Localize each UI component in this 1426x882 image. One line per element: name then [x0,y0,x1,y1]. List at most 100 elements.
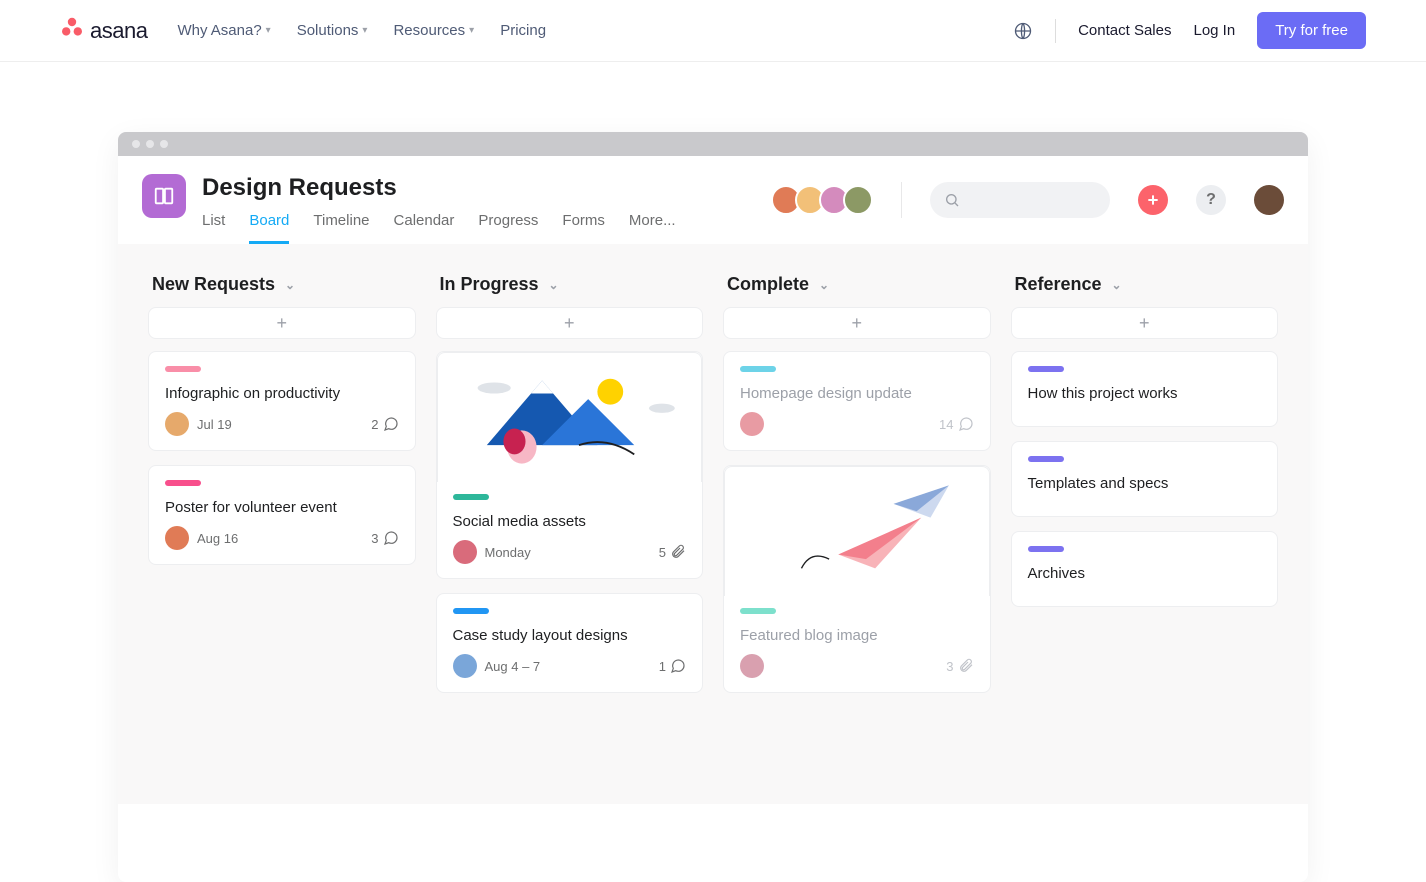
add-card-button[interactable]: + [148,307,416,339]
chevron-down-icon: ▾ [266,25,271,36]
count: 5 [659,545,666,560]
tab-board[interactable]: Board [249,212,289,244]
help-button[interactable]: ? [1196,185,1226,215]
card-title: Poster for volunteer event [165,499,399,516]
tab-calendar[interactable]: Calendar [394,212,455,244]
board-column: Complete ⌄ + Homepage design update14 Featur… [723,274,991,707]
search-input[interactable] [930,182,1110,218]
card-footer-left [740,412,764,436]
traffic-light-icon [132,140,140,148]
card-cover-image [437,352,703,482]
board-column: New Requests⌄ + Infographic on productivit… [148,274,416,579]
traffic-light-icon [160,140,168,148]
card-tag [1028,456,1064,462]
comment-count: 3 [371,530,398,546]
global-add-button[interactable] [1138,185,1168,215]
project-members[interactable] [777,185,873,215]
due-date: Aug 16 [197,531,238,546]
card-tag [165,366,201,372]
task-card[interactable]: Infographic on productivity Jul 19 2 [148,351,416,451]
project-header-right: ? [777,174,1284,218]
card-tag [1028,546,1064,552]
card-tag [1028,366,1064,372]
due-date: Jul 19 [197,417,232,432]
chevron-down-icon: ▾ [469,25,474,36]
card-title: Archives [1028,565,1262,582]
try-free-button[interactable]: Try for free [1257,12,1366,49]
assignee-avatar[interactable] [165,526,189,550]
primary-nav: Why Asana?▾ Solutions▾ Resources▾ Pricin… [177,22,546,39]
project-icon[interactable] [142,174,186,218]
card-tag [453,608,489,614]
assignee-avatar[interactable] [740,412,764,436]
nav-label: Pricing [500,22,546,39]
count: 1 [659,659,666,674]
attachment-count: 3 [946,658,973,674]
task-card[interactable]: Featured blog image 3 [723,465,991,693]
card-tag [165,480,201,486]
project-title: Design Requests [202,174,676,202]
assignee-avatar[interactable] [740,654,764,678]
nav-why-asana[interactable]: Why Asana?▾ [177,22,270,39]
nav-solutions[interactable]: Solutions▾ [297,22,368,39]
task-card[interactable]: Social media assetsMonday5 [436,351,704,579]
task-card[interactable]: How this project works [1011,351,1279,427]
task-card[interactable]: Templates and specs [1011,441,1279,517]
chevron-down-icon: ⌄ [819,278,829,292]
card-title: Templates and specs [1028,475,1262,492]
divider [1055,19,1056,43]
card-title: Social media assets [453,513,687,530]
comment-count: 14 [939,416,973,432]
count: 3 [371,531,378,546]
globe-icon[interactable] [1013,21,1033,41]
column-header[interactable]: Complete ⌄ [723,274,991,295]
card-footer: 14 [740,412,974,436]
site-header: asana Why Asana?▾ Solutions▾ Resources▾ … [0,0,1426,62]
nav-resources[interactable]: Resources▾ [393,22,474,39]
task-card[interactable]: Archives [1011,531,1279,607]
assignee-avatar[interactable] [453,540,477,564]
task-card[interactable]: Poster for volunteer event Aug 16 3 [148,465,416,565]
card-tag [740,608,776,614]
card-cover-image [724,466,990,596]
tab-progress[interactable]: Progress [478,212,538,244]
comment-count: 2 [371,416,398,432]
project-header-left: Design Requests List Board Timeline Cale… [142,174,676,244]
card-title: Case study layout designs [453,627,687,644]
count: 2 [371,417,378,432]
chevron-down-icon: ⌄ [1112,278,1122,292]
column-header[interactable]: Reference⌄ [1011,274,1279,295]
tab-more[interactable]: More... [629,212,676,244]
card-footer: Jul 19 2 [165,412,399,436]
tab-forms[interactable]: Forms [562,212,605,244]
task-card[interactable]: Case study layout designs Aug 4 – 7 1 [436,593,704,693]
card-tag [453,494,489,500]
tab-timeline[interactable]: Timeline [313,212,369,244]
add-card-button[interactable]: + [436,307,704,339]
tab-list[interactable]: List [202,212,225,244]
add-card-button[interactable]: + [1011,307,1279,339]
nav-left: asana Why Asana?▾ Solutions▾ Resources▾ … [60,16,546,45]
column-header[interactable]: New Requests⌄ [148,274,416,295]
due-date: Aug 4 – 7 [485,659,541,674]
assignee-avatar[interactable] [453,654,477,678]
comment-count: 1 [659,658,686,674]
assignee-avatar[interactable] [165,412,189,436]
card-title: Featured blog image [740,627,974,644]
nav-pricing[interactable]: Pricing [500,22,546,39]
login-link[interactable]: Log In [1193,22,1235,39]
column-title: New Requests [152,274,275,295]
board: New Requests⌄+Infographic on productivit… [118,244,1308,804]
logo[interactable]: asana [60,16,147,45]
column-title: Complete [727,274,809,295]
nav-label: Solutions [297,22,359,39]
add-card-button[interactable]: + [723,307,991,339]
app-window: Design Requests List Board Timeline Cale… [118,132,1308,882]
column-header[interactable]: In Progress⌄ [436,274,704,295]
stage: Design Requests List Board Timeline Cale… [0,62,1426,882]
task-card[interactable]: Homepage design update14 [723,351,991,451]
card-title: Infographic on productivity [165,385,399,402]
me-avatar[interactable] [1254,185,1284,215]
column-title: In Progress [440,274,539,295]
contact-sales-link[interactable]: Contact Sales [1078,22,1171,39]
